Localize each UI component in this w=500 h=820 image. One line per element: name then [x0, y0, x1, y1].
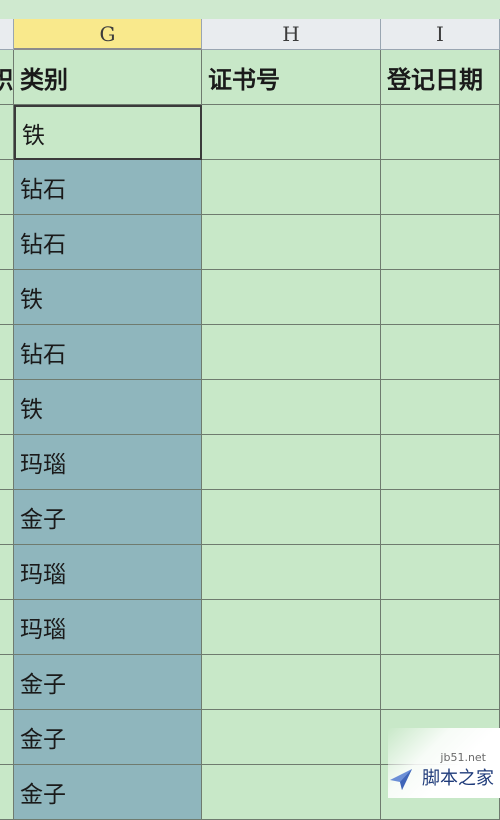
cell-registration-date[interactable]	[381, 655, 500, 710]
cell-registration-date[interactable]	[381, 160, 500, 215]
cell-category[interactable]: 铁	[14, 270, 202, 325]
column-header-i[interactable]: I	[381, 19, 500, 50]
cell-f[interactable]	[0, 765, 14, 820]
cell-f[interactable]	[0, 160, 14, 215]
cell-f[interactable]	[0, 325, 14, 380]
cell-registration-date[interactable]	[381, 490, 500, 545]
formula-bar-strip	[0, 0, 500, 20]
watermark-url: jb51.net	[440, 751, 486, 764]
cell-registration-date[interactable]	[381, 380, 500, 435]
cell-certificate-no[interactable]	[202, 160, 381, 215]
header-cell-registration-date[interactable]: 登记日期	[381, 50, 500, 105]
cell-f[interactable]	[0, 215, 14, 270]
cell-f[interactable]	[0, 435, 14, 490]
cell-category[interactable]: 玛瑙	[14, 545, 202, 600]
cell-certificate-no[interactable]	[202, 600, 381, 655]
cell-certificate-no[interactable]	[202, 545, 381, 600]
spreadsheet-grid[interactable]: 积 类别 证书号 登记日期 铁钻石钻石铁钻石铁玛瑙金子玛瑙玛瑙金子金子金子	[0, 50, 500, 820]
cell-category[interactable]: 金子	[14, 765, 202, 820]
active-cell-category[interactable]: 铁	[14, 105, 202, 160]
cell-f[interactable]	[0, 380, 14, 435]
cell-f[interactable]	[0, 105, 14, 160]
cell-category[interactable]: 钻石	[14, 160, 202, 215]
cell-f[interactable]	[0, 270, 14, 325]
cell-certificate-no[interactable]	[202, 765, 381, 820]
cell-registration-date[interactable]	[381, 325, 500, 380]
cell-category[interactable]: 玛瑙	[14, 435, 202, 490]
cell-registration-date[interactable]	[381, 215, 500, 270]
header-cell-f[interactable]: 积	[0, 50, 14, 105]
cell-f[interactable]	[0, 490, 14, 545]
cell-category[interactable]: 金子	[14, 655, 202, 710]
cell-certificate-no[interactable]	[202, 710, 381, 765]
site-watermark: jb51.net 脚本之家	[388, 728, 500, 798]
cell-registration-date[interactable]	[381, 270, 500, 325]
column-header-f[interactable]	[0, 19, 14, 50]
cell-certificate-no[interactable]	[202, 215, 381, 270]
cell-certificate-no[interactable]	[202, 270, 381, 325]
cell-registration-date[interactable]	[381, 105, 500, 160]
cell-certificate-no[interactable]	[202, 655, 381, 710]
cell-f[interactable]	[0, 710, 14, 765]
paper-plane-icon	[390, 769, 412, 790]
cell-f[interactable]	[0, 545, 14, 600]
cell-category[interactable]: 钻石	[14, 215, 202, 270]
header-cell-category[interactable]: 类别	[14, 50, 202, 105]
cell-certificate-no[interactable]	[202, 490, 381, 545]
cell-category[interactable]: 金子	[14, 710, 202, 765]
cell-registration-date[interactable]	[381, 600, 500, 655]
cell-registration-date[interactable]	[381, 435, 500, 490]
cell-certificate-no[interactable]	[202, 325, 381, 380]
column-header-h[interactable]: H	[202, 19, 381, 50]
cell-f[interactable]	[0, 655, 14, 710]
cell-certificate-no[interactable]	[202, 105, 381, 160]
cell-certificate-no[interactable]	[202, 380, 381, 435]
watermark-name: 脚本之家	[422, 768, 494, 789]
cell-category[interactable]: 金子	[14, 490, 202, 545]
cell-f[interactable]	[0, 600, 14, 655]
header-cell-certificate-no[interactable]: 证书号	[202, 50, 381, 105]
cell-certificate-no[interactable]	[202, 435, 381, 490]
cell-registration-date[interactable]	[381, 545, 500, 600]
column-header-g[interactable]: G	[14, 19, 202, 50]
cell-category[interactable]: 铁	[14, 380, 202, 435]
cell-category[interactable]: 玛瑙	[14, 600, 202, 655]
cell-category[interactable]: 钻石	[14, 325, 202, 380]
